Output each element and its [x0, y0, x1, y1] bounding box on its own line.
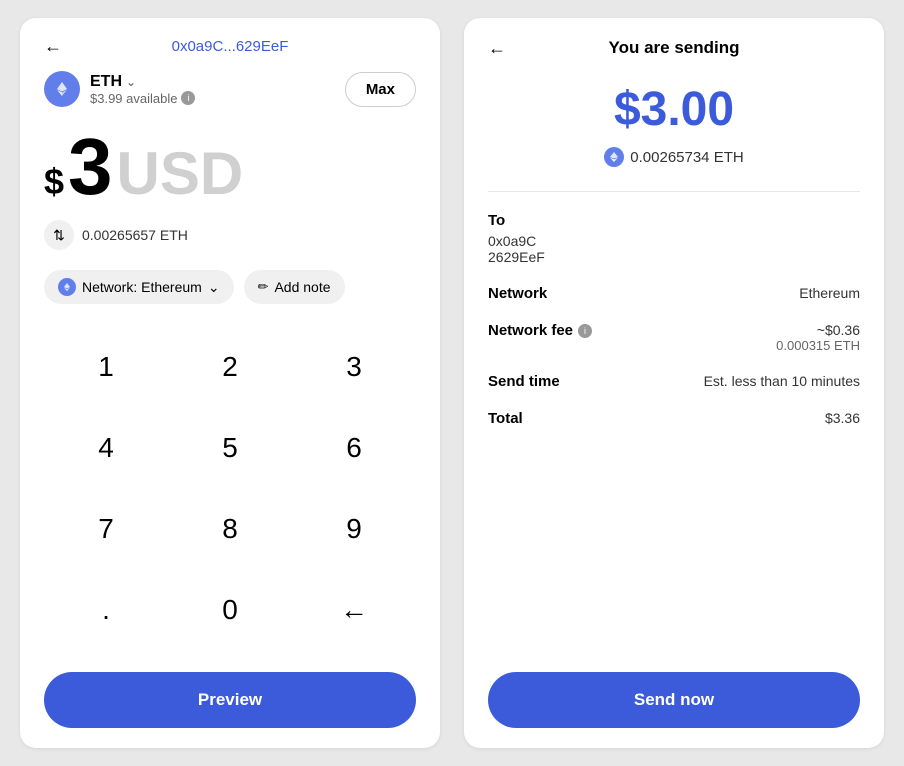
add-note-label: Add note: [274, 279, 330, 295]
total-label: Total: [488, 410, 523, 427]
numpad-key-2[interactable]: 2: [168, 332, 292, 402]
app-container: ← 0x0a9C...629EeF ETH ⌄: [0, 0, 904, 766]
amount-currency: USD: [117, 139, 244, 208]
token-row: ETH ⌄ $3.99 available i Max: [44, 71, 416, 107]
token-name-row[interactable]: ETH ⌄: [90, 73, 195, 91]
to-address-line2: 2629EeF: [488, 249, 860, 265]
amount-number: 3: [68, 127, 113, 207]
detail-section: To 0x0a9C 2629EeF Network Ethereum Netwo…: [488, 212, 860, 672]
network-button[interactable]: Network: Ethereum ⌄: [44, 270, 234, 304]
eth-amount-row: ⇅ 0.00265657 ETH: [44, 220, 416, 250]
total-row: Total $3.36: [488, 410, 860, 427]
back-arrow-left[interactable]: ←: [44, 36, 62, 57]
pencil-icon: ✏: [258, 279, 269, 295]
max-button[interactable]: Max: [345, 72, 416, 107]
send-amount-eth-row: 0.00265734 ETH: [488, 147, 860, 167]
left-header: ← 0x0a9C...629EeF: [44, 38, 416, 55]
to-row: To 0x0a9C 2629EeF: [488, 212, 860, 265]
divider: [488, 191, 860, 192]
numpad-key-7[interactable]: 7: [44, 494, 168, 564]
fee-eth: 0.000315 ETH: [776, 338, 860, 353]
eth-icon-medium: [604, 147, 624, 167]
network-chevron-icon: ⌄: [208, 279, 220, 296]
fee-detail-value: ~$0.36 0.000315 ETH: [776, 322, 860, 353]
fee-label-group: Network fee i: [488, 322, 592, 339]
network-detail-value: Ethereum: [799, 285, 860, 301]
send-panel: ← 0x0a9C...629EeF ETH ⌄: [20, 18, 440, 748]
numpad-key-4[interactable]: 4: [44, 413, 168, 483]
network-label: Network: Ethereum: [82, 279, 202, 295]
token-name: ETH: [90, 73, 122, 91]
send-amount-usd: $3.00: [488, 82, 860, 137]
to-label: To: [488, 212, 860, 229]
numpad: 123 456 789.0←: [44, 332, 416, 656]
wallet-address[interactable]: 0x0a9C...629EeF: [172, 38, 289, 55]
back-arrow-right[interactable]: ←: [488, 38, 506, 59]
network-detail-label: Network: [488, 285, 547, 302]
send-time-value: Est. less than 10 minutes: [704, 373, 860, 389]
preview-button[interactable]: Preview: [44, 672, 416, 728]
token-balance: $3.99 available i: [90, 91, 195, 106]
add-note-button[interactable]: ✏ Add note: [244, 270, 345, 304]
token-chevron-icon: ⌄: [126, 75, 136, 89]
numpad-key-6[interactable]: 6: [292, 413, 416, 483]
send-time-row: Send time Est. less than 10 minutes: [488, 373, 860, 390]
total-value: $3.36: [825, 410, 860, 426]
fee-info-icon: i: [578, 324, 592, 338]
fee-usd: ~$0.36: [776, 322, 860, 338]
numpad-key-5[interactable]: 5: [168, 413, 292, 483]
numpad-key-1[interactable]: 1: [44, 332, 168, 402]
eth-amount-text: 0.00265657 ETH: [82, 227, 188, 243]
you-are-sending-title: You are sending: [609, 38, 740, 58]
numpad-key-8[interactable]: 8: [168, 494, 292, 564]
swap-icon[interactable]: ⇅: [44, 220, 74, 250]
network-eth-icon: [58, 278, 76, 296]
send-time-label: Send time: [488, 373, 560, 390]
confirm-panel: ← You are sending $3.00 0.00265734 ETH T…: [464, 18, 884, 748]
numpad-key-dot[interactable]: .: [44, 575, 168, 645]
network-row: Network Ethereum: [488, 285, 860, 302]
eth-icon-large: [44, 71, 80, 107]
numpad-key-0[interactable]: 0: [168, 575, 292, 645]
numpad-key-9[interactable]: 9: [292, 494, 416, 564]
right-header: ← You are sending: [488, 38, 860, 58]
to-address-line1: 0x0a9C: [488, 233, 860, 249]
fee-row: Network fee i ~$0.36 0.000315 ETH: [488, 322, 860, 353]
numpad-key-3[interactable]: 3: [292, 332, 416, 402]
action-row: Network: Ethereum ⌄ ✏ Add note: [44, 270, 416, 304]
numpad-key-backspace[interactable]: ←: [292, 575, 416, 645]
send-amount-eth-text: 0.00265734 ETH: [630, 149, 743, 166]
info-icon: i: [181, 91, 195, 105]
fee-label: Network fee: [488, 322, 573, 339]
send-now-button[interactable]: Send now: [488, 672, 860, 728]
token-info: ETH ⌄ $3.99 available i: [44, 71, 195, 107]
amount-display: $ 3 USD: [44, 127, 416, 208]
dollar-sign: $: [44, 161, 64, 203]
